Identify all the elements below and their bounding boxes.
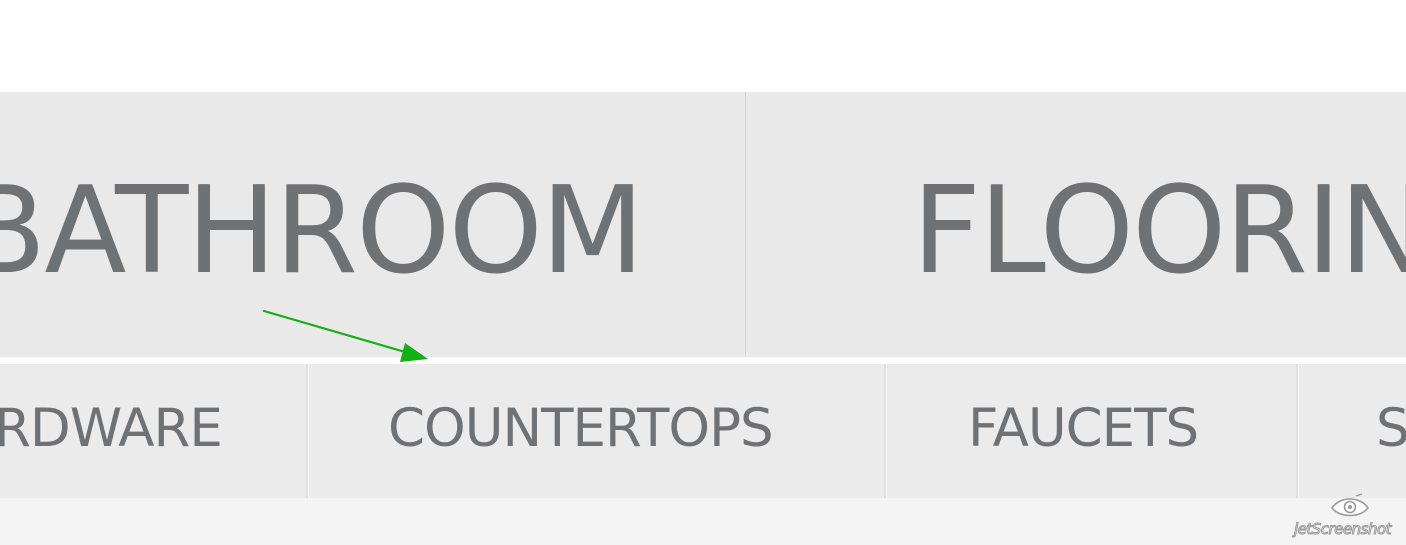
nav-item-bathroom[interactable]: BATHROOM (0, 92, 744, 357)
subnav-item-hardware[interactable]: HARDWARE (0, 364, 306, 498)
watermark-text: jetScreenshot (1293, 520, 1392, 539)
subnav-item-sinks[interactable]: SINKS (1298, 364, 1406, 498)
subnav-item-label: COUNTERTOPS (388, 398, 774, 459)
subnav-item-label: HARDWARE (0, 398, 223, 459)
nav-item-label: BATHROOM (0, 162, 644, 301)
eye-logo-icon (1331, 493, 1369, 517)
header-whitespace (0, 0, 1406, 92)
subcategory-nav: HARDWARE COUNTERTOPS FAUCETS SINKS (0, 364, 1406, 498)
subnav-item-countertops[interactable]: COUNTERTOPS (308, 364, 884, 498)
content-area-top (0, 498, 1406, 545)
watermark: jetScreenshot (1293, 492, 1402, 542)
subnav-item-label: FAUCETS (968, 398, 1199, 459)
subnav-item-faucets[interactable]: FAUCETS (886, 364, 1296, 498)
page: BATHROOM FLOORING HARDWARE COUNTERTOPS F… (0, 0, 1406, 545)
nav-gap (0, 357, 1406, 364)
nav-item-label: FLOORING (912, 162, 1406, 301)
nav-item-flooring[interactable]: FLOORING (746, 92, 1406, 357)
main-category-nav: BATHROOM FLOORING (0, 92, 1406, 357)
subnav-item-label: SINKS (1376, 398, 1406, 459)
